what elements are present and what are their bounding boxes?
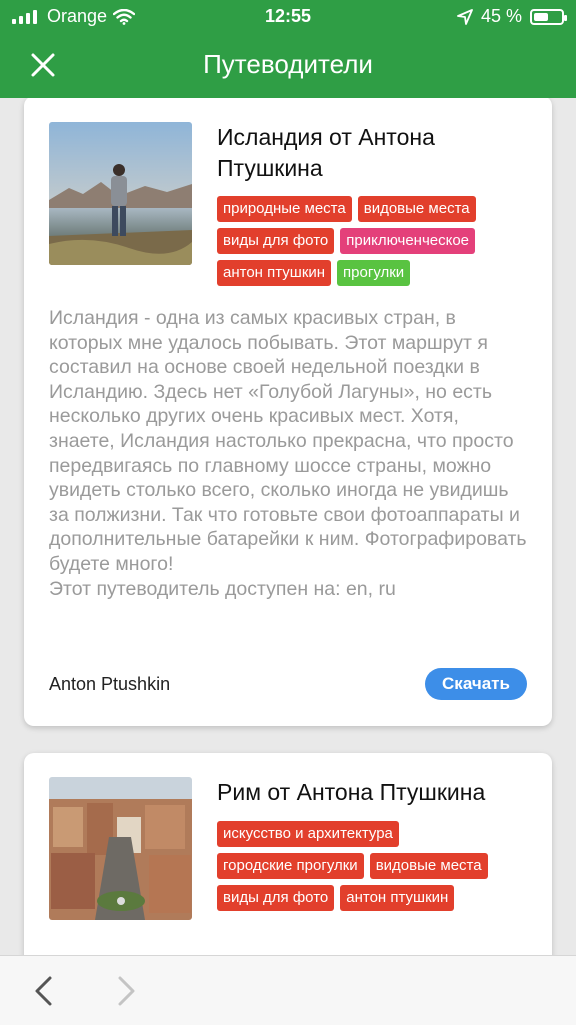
tag[interactable]: приключенческое bbox=[340, 228, 476, 254]
tag[interactable]: искусство и архитектура bbox=[217, 821, 399, 847]
guide-title: Рим от Антона Птушкина bbox=[217, 779, 486, 805]
header: Путеводители bbox=[0, 34, 576, 98]
tag[interactable]: видовые места bbox=[369, 853, 488, 879]
status-bar: Orange 12:55 45 % bbox=[0, 0, 576, 34]
battery-percent: 45 % bbox=[480, 6, 522, 26]
guide-thumbnail-iceland bbox=[49, 122, 192, 265]
chevron-left-icon[interactable] bbox=[30, 974, 58, 1008]
description-text: Исландия - одна из самых красивых стран,… bbox=[49, 307, 527, 575]
tag[interactable]: природные места bbox=[217, 196, 352, 222]
battery-icon bbox=[530, 8, 567, 25]
tag[interactable]: виды для фото bbox=[217, 885, 335, 911]
languages-text: Этот путеводитель доступен на: en, ru bbox=[49, 577, 396, 600]
browser-toolbar bbox=[0, 955, 576, 1025]
tag[interactable]: антон птушкин bbox=[217, 260, 332, 286]
author-name: Anton Ptushkin bbox=[49, 674, 171, 694]
guide-thumbnail-rome bbox=[49, 777, 192, 920]
location-arrow-icon bbox=[457, 8, 473, 25]
guide-card-iceland[interactable]: Исландия от Антона Птушкина природные ме… bbox=[24, 96, 552, 726]
download-button[interactable]: Скачать bbox=[425, 668, 527, 700]
tag[interactable]: прогулки bbox=[337, 260, 411, 286]
guide-description: Исландия - одна из самых красивых стран,… bbox=[49, 306, 527, 601]
page-title: Путеводители bbox=[203, 49, 373, 79]
tag[interactable]: видовые места bbox=[357, 196, 476, 222]
top-bar: Orange 12:55 45 % Путеводители bbox=[0, 0, 576, 98]
tag[interactable]: виды для фото bbox=[217, 228, 335, 254]
tag-list: искусство и архитектура городские прогул… bbox=[217, 821, 492, 911]
tag[interactable]: антон птушкин bbox=[340, 885, 455, 911]
tag[interactable]: городские прогулки bbox=[217, 853, 364, 879]
chevron-right-icon[interactable] bbox=[112, 974, 140, 1008]
guide-title: Исландия от Антона Птушкина bbox=[217, 124, 435, 181]
tag-list: природные места видовые места виды для ф… bbox=[217, 196, 538, 286]
